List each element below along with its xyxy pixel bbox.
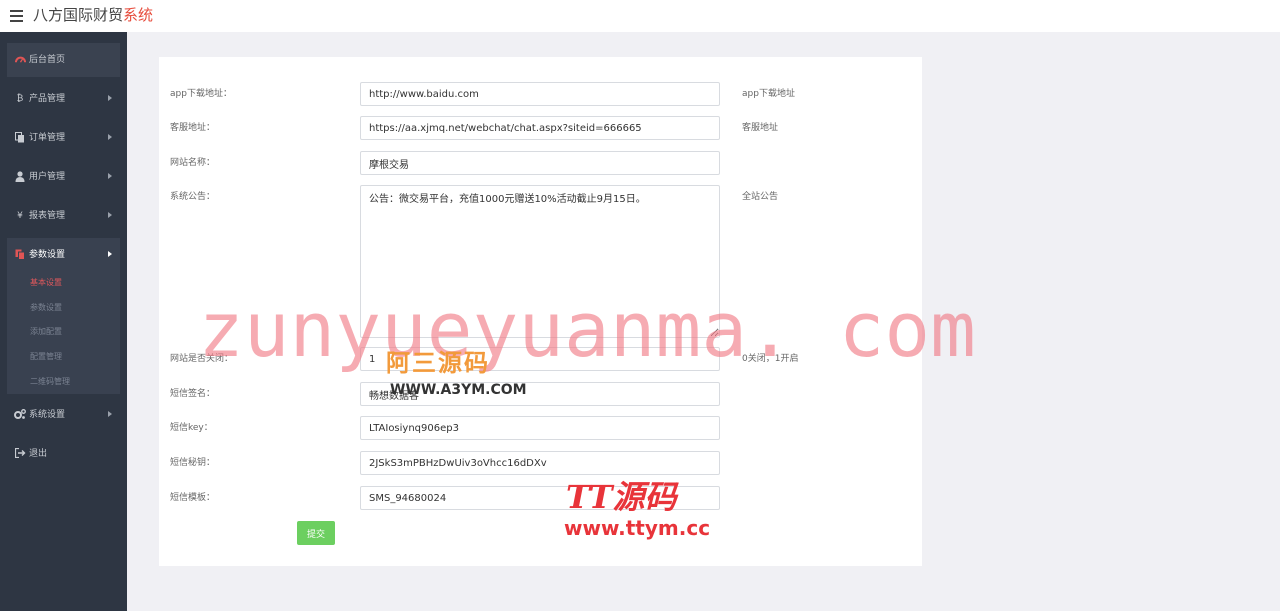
hint-service-url: 客服地址 [742, 123, 779, 133]
settings-form-card: app下载地址： app下载地址 客服地址： 客服地址 网站名称： 系统公告： … [159, 57, 922, 566]
label-site-name: 网站名称： [170, 158, 216, 168]
hint-announcement: 全站公告 [742, 192, 779, 202]
sidebar-item-label: 退出 [29, 449, 48, 459]
sidebar-item-reports[interactable]: ¥ 报表管理 [7, 199, 120, 233]
sidebar-item-logout[interactable]: 退出 [7, 437, 120, 471]
site-name-input[interactable] [360, 151, 720, 175]
hint-site-closed: 0关闭，1开启 [742, 354, 799, 364]
sidebar-item-label: 订单管理 [29, 133, 66, 143]
sms-template-input[interactable] [360, 486, 720, 510]
dashboard-icon [14, 54, 26, 66]
chevron-right-icon [108, 134, 112, 140]
label-sms-sign: 短信签名： [170, 389, 216, 399]
label-app-download: app下载地址： [170, 89, 232, 99]
chevron-right-icon [108, 95, 112, 101]
sidebar-item-products[interactable]: ₿ 产品管理 [7, 82, 120, 116]
label-sms-template: 短信模板： [170, 493, 216, 503]
top-header: 八方国际财贸系统 [0, 0, 1280, 32]
sidebar-item-params[interactable]: 参数设置 [7, 238, 120, 272]
sidebar-item-label: 系统设置 [29, 410, 66, 420]
label-sms-key: 短信key： [170, 423, 213, 433]
site-closed-input[interactable] [360, 347, 720, 371]
yen-icon: ¥ [17, 211, 23, 221]
chevron-right-icon [108, 411, 112, 417]
submenu-item-add-config[interactable]: 添加配置 [30, 326, 62, 338]
sms-sign-input[interactable] [360, 382, 720, 406]
user-icon [14, 171, 26, 183]
chevron-right-icon [108, 251, 112, 257]
params-submenu: 基本设置 参数设置 添加配置 配置管理 二维码管理 [7, 270, 120, 394]
chevron-right-icon [108, 212, 112, 218]
announcement-textarea[interactable]: 公告：微交易平台，充值1000元赠送10%活动截止9月15日。 [360, 185, 720, 338]
sidebar-item-label: 报表管理 [29, 211, 66, 221]
brand-title: 八方国际财贸系统 [33, 4, 153, 26]
sidebar-item-label: 后台首页 [29, 55, 66, 65]
service-url-input[interactable] [360, 116, 720, 140]
chevron-right-icon [108, 173, 112, 179]
sign-out-icon [14, 447, 26, 460]
sms-key-input[interactable] [360, 416, 720, 440]
brand-title-main: 八方国际财贸 [33, 6, 124, 24]
settings-file-icon [14, 249, 26, 261]
sidebar-item-home[interactable]: 后台首页 [7, 43, 120, 77]
submenu-item-params[interactable]: 参数设置 [30, 302, 62, 314]
label-sms-secret: 短信秘钥： [170, 458, 216, 468]
sidebar-item-label: 用户管理 [29, 172, 66, 182]
sidebar-item-label: 参数设置 [29, 250, 66, 260]
sms-secret-input[interactable] [360, 451, 720, 475]
sidebar: 后台首页 ₿ 产品管理 订单管理 用户管理 ¥ 报表管理 参数设置 基本设置 参… [0, 32, 127, 611]
brand-title-accent: 系统 [123, 6, 154, 24]
app-download-url-input[interactable] [360, 82, 720, 106]
sidebar-item-label: 产品管理 [29, 94, 66, 104]
menu-toggle-icon[interactable] [10, 5, 26, 25]
copy-icon [14, 132, 26, 144]
hint-app-download: app下载地址 [742, 89, 795, 99]
bitcoin-icon: ₿ [16, 94, 24, 104]
sidebar-item-system[interactable]: 系统设置 [7, 398, 120, 432]
sidebar-item-orders[interactable]: 订单管理 [7, 121, 120, 155]
sidebar-item-users[interactable]: 用户管理 [7, 160, 120, 194]
submenu-item-basic[interactable]: 基本设置 [30, 277, 62, 289]
submit-button[interactable]: 提交 [297, 521, 335, 545]
gears-icon [14, 409, 26, 421]
label-site-closed: 网站是否关闭： [170, 354, 234, 364]
label-announcement: 系统公告： [170, 192, 216, 202]
submenu-item-config-manage[interactable]: 配置管理 [30, 351, 62, 363]
submenu-item-qrcode[interactable]: 二维码管理 [30, 376, 70, 388]
label-service-url: 客服地址： [170, 123, 216, 133]
